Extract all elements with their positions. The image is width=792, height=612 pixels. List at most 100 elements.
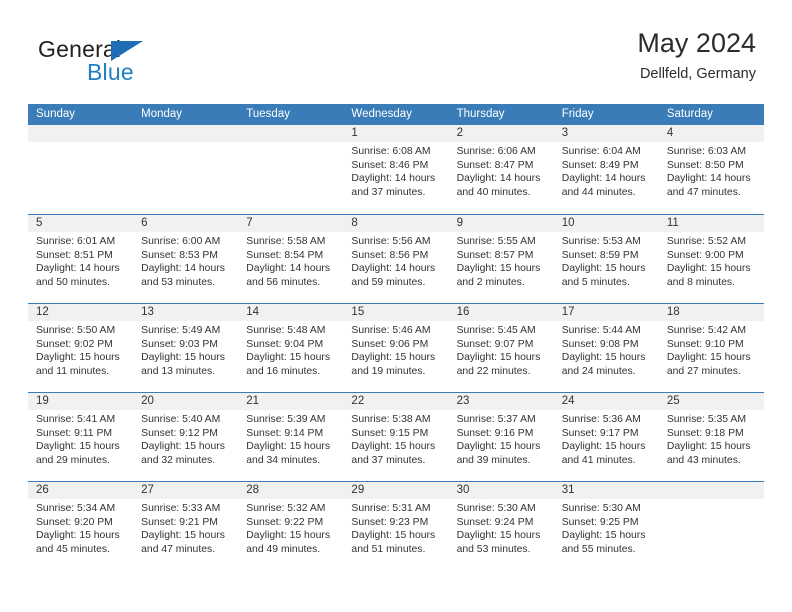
calendar-day-cell[interactable]: 27 Sunrise: 5:33 AM Sunset: 9:21 PM Dayligh… — [133, 482, 239, 570]
day-details: Sunrise: 5:41 AM Sunset: 9:11 PM Daylight:… — [28, 410, 133, 467]
calendar-day-cell-empty — [133, 125, 239, 214]
day-details: Sunrise: 5:32 AM Sunset: 9:22 PM Daylight:… — [238, 499, 343, 556]
sunset-text: Sunset: 9:04 PM — [246, 338, 324, 350]
sunrise-text: Sunrise: 5:49 AM — [141, 325, 221, 336]
daylight-text-line2: and 44 minutes. — [561, 186, 636, 198]
calendar-day-cell[interactable]: 31 Sunrise: 5:30 AM Sunset: 9:25 PM Dayligh… — [553, 482, 659, 570]
calendar-day-cell[interactable]: 12 Sunrise: 5:50 AM Sunset: 9:02 PM Dayligh… — [28, 304, 134, 392]
day-details: Sunrise: 6:01 AM Sunset: 8:51 PM Daylight:… — [28, 232, 133, 289]
sunset-text: Sunset: 9:21 PM — [141, 516, 218, 528]
daylight-text-line1: Daylight: 15 hours — [561, 530, 646, 541]
daylight-text-line1: Daylight: 15 hours — [351, 352, 436, 363]
day-number: 10 — [553, 215, 659, 232]
calendar-day-cell[interactable]: 1 Sunrise: 6:08 AM Sunset: 8:46 PM Daylight… — [343, 125, 449, 214]
calendar-day-cell[interactable]: 20 Sunrise: 5:40 AM Sunset: 9:12 PM Dayligh… — [133, 393, 239, 481]
daylight-text-line1: Daylight: 15 hours — [456, 441, 541, 452]
sunrise-text: Sunrise: 5:50 AM — [36, 325, 116, 336]
daylight-text-line1: Daylight: 15 hours — [246, 530, 331, 541]
sunset-text: Sunset: 9:18 PM — [666, 427, 744, 439]
calendar-day-cell[interactable]: 17 Sunrise: 5:44 AM Sunset: 9:08 PM Dayligh… — [553, 304, 659, 392]
calendar-day-cell[interactable]: 26 Sunrise: 5:34 AM Sunset: 9:20 PM Dayligh… — [28, 482, 134, 570]
calendar-day-cell[interactable]: 11 Sunrise: 5:52 AM Sunset: 9:00 PM Dayligh… — [658, 215, 764, 303]
calendar-day-cell-empty — [28, 125, 134, 214]
daylight-text-line1: Daylight: 15 hours — [36, 441, 120, 452]
calendar-week-row: 5 Sunrise: 6:01 AM Sunset: 8:51 PM Daylight… — [28, 214, 764, 303]
weekday-header-tuesday: Tuesday — [246, 108, 290, 120]
calendar-day-cell[interactable]: 23 Sunrise: 5:37 AM Sunset: 9:16 PM Dayligh… — [448, 393, 554, 481]
daylight-text-line2: and 8 minutes. — [666, 276, 736, 288]
calendar-day-cell[interactable]: 8 Sunrise: 5:56 AM Sunset: 8:56 PM Daylight… — [343, 215, 449, 303]
day-number: 26 — [28, 482, 134, 499]
sunrise-text: Sunrise: 5:44 AM — [561, 325, 641, 336]
calendar-day-cell[interactable]: 18 Sunrise: 5:42 AM Sunset: 9:10 PM Dayligh… — [658, 304, 764, 392]
title-block: May 2024 Dellfeld, Germany — [637, 26, 756, 85]
daylight-text-line2: and 11 minutes. — [36, 365, 110, 377]
daylight-text-line2: and 29 minutes. — [36, 454, 110, 466]
sunrise-text: Sunrise: 5:52 AM — [666, 236, 746, 247]
weekday-header-thursday: Thursday — [456, 108, 505, 120]
calendar-day-cell[interactable]: 25 Sunrise: 5:35 AM Sunset: 9:18 PM Dayligh… — [658, 393, 764, 481]
day-number: 20 — [133, 393, 239, 410]
calendar-day-cell[interactable]: 6 Sunrise: 6:00 AM Sunset: 8:53 PM Daylight… — [133, 215, 239, 303]
calendar-day-cell[interactable]: 4 Sunrise: 6:03 AM Sunset: 8:50 PM Daylight… — [658, 125, 764, 214]
day-number: 30 — [448, 482, 554, 499]
daylight-text-line2: and 37 minutes. — [351, 454, 426, 466]
daylight-text-line2: and 32 minutes. — [141, 454, 216, 466]
calendar-day-cell[interactable]: 15 Sunrise: 5:46 AM Sunset: 9:06 PM Dayligh… — [343, 304, 449, 392]
brand-logo[interactable]: General Blue — [38, 36, 218, 88]
day-number: 14 — [238, 304, 344, 321]
daylight-text-line1: Daylight: 14 hours — [141, 263, 225, 274]
calendar-day-cell[interactable]: 9 Sunrise: 5:55 AM Sunset: 8:57 PM Daylight… — [448, 215, 554, 303]
sunrise-text: Sunrise: 6:00 AM — [141, 236, 221, 247]
calendar-day-cell[interactable]: 28 Sunrise: 5:32 AM Sunset: 9:22 PM Dayligh… — [238, 482, 344, 570]
daylight-text-line1: Daylight: 15 hours — [666, 352, 751, 363]
calendar-day-cell[interactable]: 2 Sunrise: 6:06 AM Sunset: 8:47 PM Daylight… — [448, 125, 554, 214]
daylight-text-line1: Daylight: 15 hours — [141, 530, 225, 541]
calendar-page: General Blue May 2024 Dellfeld, Germany … — [0, 0, 792, 612]
calendar-day-cell[interactable]: 19 Sunrise: 5:41 AM Sunset: 9:11 PM Dayligh… — [28, 393, 134, 481]
calendar-day-cell[interactable]: 30 Sunrise: 5:30 AM Sunset: 9:24 PM Dayligh… — [448, 482, 554, 570]
sunset-text: Sunset: 9:16 PM — [456, 427, 534, 439]
sunset-text: Sunset: 9:00 PM — [666, 249, 744, 261]
calendar-day-cell[interactable]: 7 Sunrise: 5:58 AM Sunset: 8:54 PM Daylight… — [238, 215, 344, 303]
day-details: Sunrise: 5:34 AM Sunset: 9:20 PM Daylight:… — [28, 499, 133, 556]
calendar-day-cell[interactable]: 22 Sunrise: 5:38 AM Sunset: 9:15 PM Dayligh… — [343, 393, 449, 481]
calendar-day-cell-empty — [238, 125, 344, 214]
sunset-text: Sunset: 9:14 PM — [246, 427, 324, 439]
sunset-text: Sunset: 8:56 PM — [351, 249, 429, 261]
calendar-day-cell[interactable]: 24 Sunrise: 5:36 AM Sunset: 9:17 PM Dayligh… — [553, 393, 659, 481]
calendar-day-cell[interactable]: 3 Sunrise: 6:04 AM Sunset: 8:49 PM Daylight… — [553, 125, 659, 214]
day-number: 1 — [343, 125, 449, 142]
calendar-day-cell[interactable]: 16 Sunrise: 5:45 AM Sunset: 9:07 PM Dayligh… — [448, 304, 554, 392]
daylight-text-line1: Daylight: 15 hours — [666, 263, 751, 274]
day-number: 17 — [553, 304, 659, 321]
sunset-text: Sunset: 9:22 PM — [246, 516, 324, 528]
sunrise-text: Sunrise: 5:46 AM — [351, 325, 431, 336]
daylight-text-line2: and 24 minutes. — [561, 365, 636, 377]
calendar-day-cell[interactable]: 29 Sunrise: 5:31 AM Sunset: 9:23 PM Dayligh… — [343, 482, 449, 570]
calendar-week-row: 1 Sunrise: 6:08 AM Sunset: 8:46 PM Daylight… — [28, 125, 764, 214]
daylight-text-line1: Daylight: 15 hours — [561, 352, 646, 363]
sunset-text: Sunset: 9:03 PM — [141, 338, 218, 350]
calendar-day-cell[interactable]: 14 Sunrise: 5:48 AM Sunset: 9:04 PM Dayligh… — [238, 304, 344, 392]
daylight-text-line2: and 55 minutes. — [561, 543, 636, 555]
day-number: 5 — [28, 215, 134, 232]
day-number — [238, 125, 344, 142]
calendar-day-cell[interactable]: 13 Sunrise: 5:49 AM Sunset: 9:03 PM Dayligh… — [133, 304, 239, 392]
calendar-day-cell[interactable]: 21 Sunrise: 5:39 AM Sunset: 9:14 PM Dayligh… — [238, 393, 344, 481]
sunrise-text: Sunrise: 5:38 AM — [351, 414, 431, 425]
day-number: 28 — [238, 482, 344, 499]
daylight-text-line1: Daylight: 14 hours — [666, 173, 751, 184]
day-details: Sunrise: 5:37 AM Sunset: 9:16 PM Daylight:… — [449, 410, 554, 467]
calendar-day-cell-empty — [658, 482, 764, 570]
daylight-text-line2: and 5 minutes. — [561, 276, 630, 288]
calendar-day-cell[interactable]: 10 Sunrise: 5:53 AM Sunset: 8:59 PM Dayligh… — [553, 215, 659, 303]
day-number — [133, 125, 239, 142]
calendar-day-cell[interactable]: 5 Sunrise: 6:01 AM Sunset: 8:51 PM Daylight… — [28, 215, 134, 303]
daylight-text-line2: and 53 minutes. — [456, 543, 531, 555]
day-number: 9 — [448, 215, 554, 232]
weekday-header-row: Sunday Monday Tuesday Wednesday Thursday Frid… — [28, 104, 764, 125]
sunrise-text: Sunrise: 5:48 AM — [246, 325, 326, 336]
daylight-text-line2: and 39 minutes. — [456, 454, 531, 466]
daylight-text-line2: and 47 minutes. — [666, 186, 741, 198]
